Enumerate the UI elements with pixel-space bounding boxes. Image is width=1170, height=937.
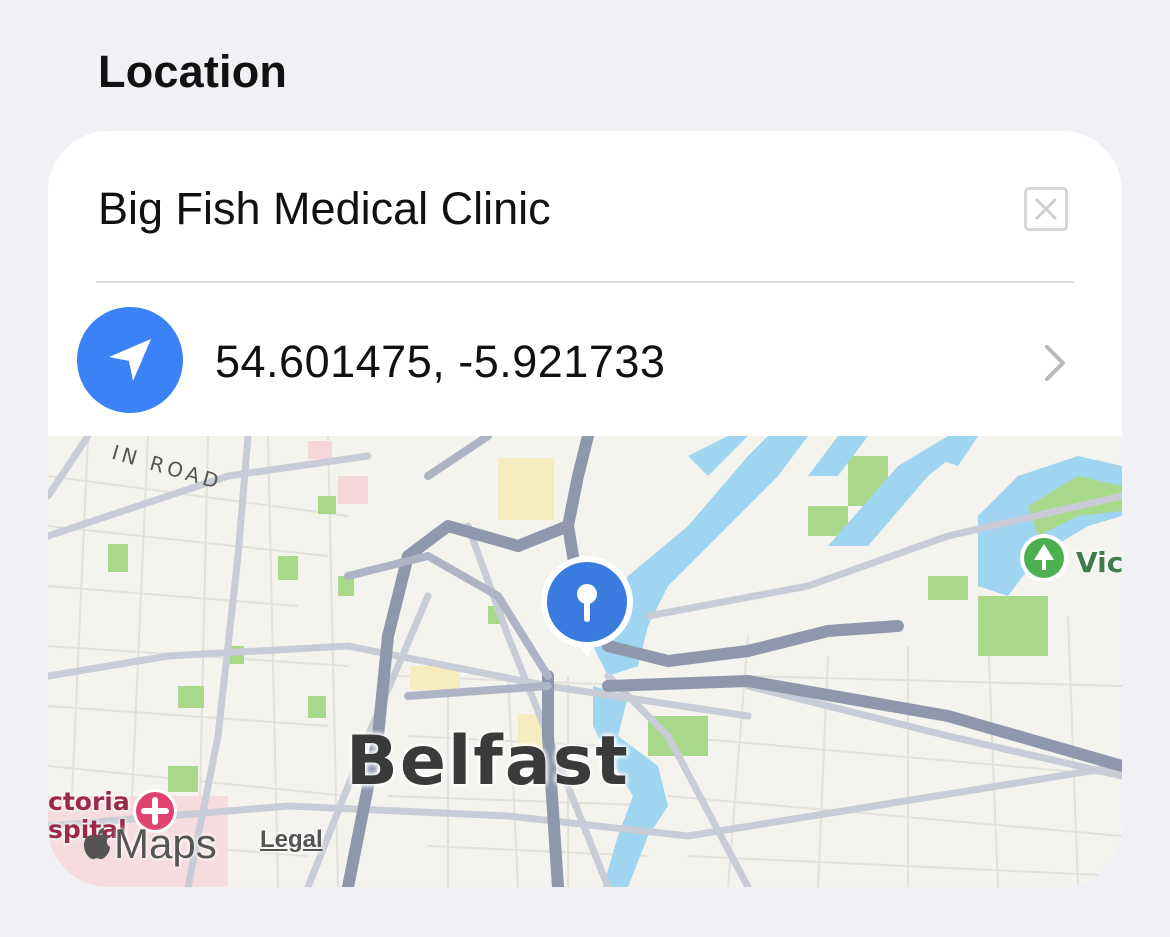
legal-link[interactable]: Legal [260,826,323,854]
maps-brand: Maps [82,820,217,868]
section-title: Location [98,46,288,97]
coordinates-row[interactable]: 54.601475, -5.921733 [48,283,1122,435]
location-name-field[interactable]: Big Fish Medical Clinic [98,183,551,235]
maps-brand-label: Maps [114,820,217,867]
city-label: Belfast [346,722,630,801]
clear-icon[interactable] [1024,187,1068,231]
location-name-row[interactable]: Big Fish Medical Clinic [48,131,1122,283]
coordinates-text: 54.601475, -5.921733 [215,336,666,387]
location-arrow-icon [77,307,183,413]
map-view[interactable]: IN ROAD Vict Belfast ctoria spital [48,436,1122,887]
hospital-label-line1: ctoria [48,787,130,816]
park-label: Vict [1076,546,1122,579]
location-card: Big Fish Medical Clinic 54.601475, -5.92… [48,131,1122,887]
tree-icon[interactable] [1018,532,1070,584]
chevron-right-icon [1045,345,1065,381]
map-pin-icon[interactable] [538,554,636,664]
apple-logo-icon [84,828,110,860]
